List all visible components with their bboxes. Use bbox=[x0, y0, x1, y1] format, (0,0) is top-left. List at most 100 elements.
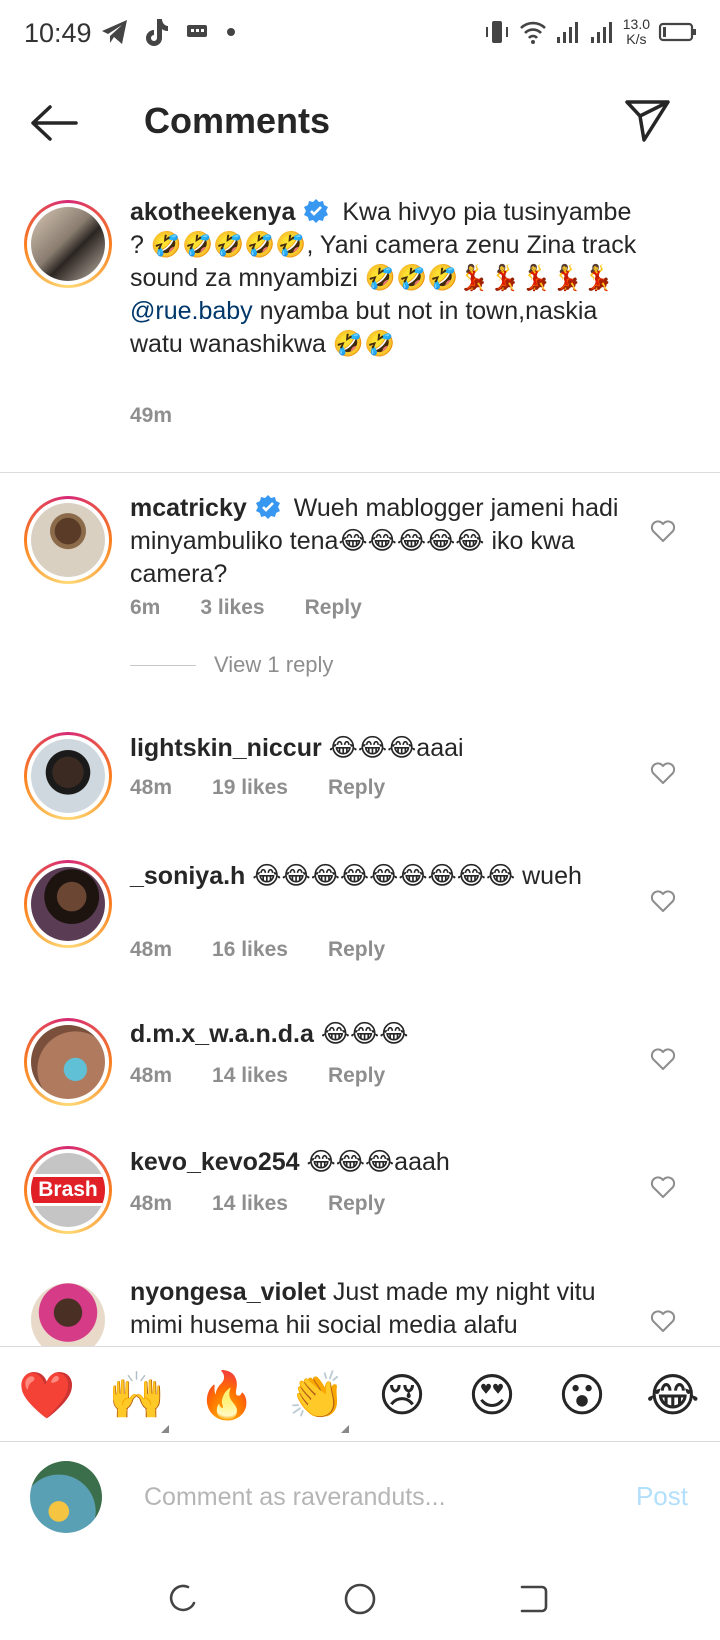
avatar-logo: Brash bbox=[31, 1173, 105, 1207]
comment-username[interactable]: lightskin_niccur bbox=[130, 734, 322, 762]
comment-username[interactable]: mcatricky bbox=[130, 494, 247, 522]
comment-item: nyongesa_violet Just made my night vitu … bbox=[0, 1276, 720, 1346]
status-bar: 10:49 13.0 K/s bbox=[0, 0, 720, 70]
signal-icon bbox=[590, 22, 612, 43]
like-heart-icon[interactable] bbox=[650, 760, 676, 786]
comment-composer: Post bbox=[0, 1443, 720, 1553]
status-time: 10:49 bbox=[24, 18, 92, 48]
comment-meta: 6m 3 likes Reply bbox=[130, 596, 362, 620]
comment-meta: 48m 14 likes Reply bbox=[130, 1192, 385, 1216]
back-icon[interactable] bbox=[514, 1579, 554, 1619]
comment-time: 48m bbox=[130, 1192, 173, 1215]
message-icon bbox=[187, 25, 207, 37]
header: Comments bbox=[0, 70, 720, 180]
like-heart-icon[interactable] bbox=[650, 1046, 676, 1072]
like-heart-icon[interactable] bbox=[650, 1308, 676, 1334]
comment-body-text: 😂😂😂 bbox=[320, 1020, 409, 1048]
user-avatar bbox=[30, 1461, 102, 1533]
comment-time: 48m bbox=[130, 776, 173, 799]
comment-meta: 48m 19 likes Reply bbox=[130, 776, 385, 800]
post-button[interactable]: Post bbox=[636, 1481, 688, 1512]
comment-text: nyongesa_violet Just made my night vitu … bbox=[130, 1276, 640, 1342]
mention-link[interactable]: @rue.baby bbox=[130, 297, 253, 325]
skin-tone-indicator bbox=[161, 1425, 169, 1433]
comment-text: lightskin_niccur 😂😂😂aaai bbox=[130, 732, 640, 765]
comment-item: d.m.x_w.a.n.d.a 😂😂😂 48m 14 likes Reply bbox=[0, 1018, 720, 1128]
comment-text: akotheekenya Kwa hivyo pia tusinyambe ? … bbox=[130, 196, 640, 361]
caption-comment: akotheekenya Kwa hivyo pia tusinyambe ? … bbox=[0, 180, 720, 452]
reply-button[interactable]: Reply bbox=[328, 1064, 385, 1088]
comment-text: _soniya.h 😂😂😂😂😂😂😂😂😂 wueh bbox=[130, 860, 640, 893]
raised-hands-emoji-icon[interactable]: 🙌 bbox=[108, 1369, 165, 1421]
back-arrow-icon[interactable] bbox=[28, 102, 80, 144]
network-speed-unit: K/s bbox=[626, 31, 647, 47]
surprised-face-emoji-icon[interactable]: 😮 bbox=[558, 1369, 606, 1421]
comment-time: 49m bbox=[130, 404, 173, 427]
heart-emoji-icon[interactable]: ❤️ bbox=[18, 1369, 75, 1421]
skin-tone-indicator bbox=[341, 1425, 349, 1433]
reply-button[interactable]: Reply bbox=[328, 1192, 385, 1216]
avatar[interactable] bbox=[24, 1276, 112, 1346]
comments-list: akotheekenya Kwa hivyo pia tusinyambe ? … bbox=[0, 180, 720, 1346]
avatar[interactable] bbox=[24, 732, 112, 820]
quick-reactions-bar: ❤️ 🙌 🔥 👏 😢 😍 😮 😂 bbox=[0, 1346, 720, 1442]
view-replies-button[interactable]: View 1 reply bbox=[130, 652, 333, 678]
comment-username[interactable]: kevo_kevo254 bbox=[130, 1148, 300, 1176]
comment-username[interactable]: nyongesa_violet bbox=[130, 1278, 326, 1306]
recents-icon[interactable] bbox=[164, 1579, 204, 1619]
comment-body-text: 😂😂😂😂😂😂😂😂😂 wueh bbox=[252, 862, 582, 890]
comment-time: 6m bbox=[130, 596, 161, 619]
comment-time: 48m bbox=[130, 1064, 173, 1087]
comment-username[interactable]: _soniya.h bbox=[130, 862, 245, 890]
likes-count[interactable]: 19 likes bbox=[212, 776, 288, 800]
likes-count[interactable]: 14 likes bbox=[212, 1064, 288, 1088]
avatar[interactable] bbox=[24, 200, 112, 288]
tears-of-joy-emoji-icon[interactable]: 😂 bbox=[646, 1369, 700, 1421]
comment-input[interactable] bbox=[144, 1477, 574, 1517]
view-replies-label: View 1 reply bbox=[214, 652, 334, 677]
reply-line bbox=[130, 664, 196, 666]
like-heart-icon[interactable] bbox=[650, 518, 676, 544]
like-heart-icon[interactable] bbox=[650, 1174, 676, 1200]
avatar[interactable]: Brash bbox=[24, 1146, 112, 1234]
home-icon[interactable] bbox=[340, 1579, 380, 1619]
avatar[interactable] bbox=[24, 1018, 112, 1106]
network-speed: 13.0 K/s bbox=[623, 17, 650, 47]
avatar-logo-text: Brash bbox=[38, 1177, 98, 1201]
reply-button[interactable]: Reply bbox=[328, 938, 385, 962]
comment-username[interactable]: d.m.x_w.a.n.d.a bbox=[130, 1020, 314, 1048]
comment-text: mcatricky Wueh mablogger jameni hadi min… bbox=[130, 492, 640, 591]
comment-text: d.m.x_w.a.n.d.a 😂😂😂 bbox=[130, 1018, 640, 1051]
paper-plane-icon[interactable] bbox=[622, 94, 672, 144]
system-nav-bar bbox=[0, 1553, 720, 1640]
fire-emoji-icon[interactable]: 🔥 bbox=[198, 1369, 255, 1421]
comment-username[interactable]: akotheekenya bbox=[130, 198, 295, 226]
comment-meta: 48m 14 likes Reply bbox=[130, 1064, 385, 1088]
comment-body-text: 😂😂😂aaai bbox=[328, 734, 464, 762]
battery-icon bbox=[658, 22, 696, 42]
dot-icon bbox=[227, 28, 235, 36]
comment-item: Brash kevo_kevo254 😂😂😂aaah 48m 14 likes … bbox=[0, 1146, 720, 1256]
likes-count[interactable]: 3 likes bbox=[200, 596, 264, 620]
clapping-hands-emoji-icon[interactable]: 👏 bbox=[288, 1369, 345, 1421]
likes-count[interactable]: 16 likes bbox=[212, 938, 288, 962]
comment-item: lightskin_niccur 😂😂😂aaai 48m 19 likes Re… bbox=[0, 732, 720, 842]
vibrate-icon bbox=[485, 21, 508, 43]
network-speed-value: 13.0 bbox=[622, 16, 650, 32]
comment-body-text: 😂😂😂aaah bbox=[306, 1148, 450, 1176]
reply-button[interactable]: Reply bbox=[305, 596, 362, 620]
comment-meta: 48m 16 likes Reply bbox=[130, 938, 385, 962]
heart-eyes-emoji-icon[interactable]: 😍 bbox=[468, 1369, 516, 1421]
avatar[interactable] bbox=[24, 496, 112, 584]
like-heart-icon[interactable] bbox=[650, 888, 676, 914]
comment-time: 48m bbox=[130, 938, 173, 961]
avatar[interactable] bbox=[24, 860, 112, 948]
tiktok-icon bbox=[146, 19, 168, 46]
verified-badge-icon bbox=[304, 199, 329, 223]
telegram-icon bbox=[102, 20, 127, 44]
crying-face-emoji-icon[interactable]: 😢 bbox=[378, 1369, 426, 1421]
likes-count[interactable]: 14 likes bbox=[212, 1192, 288, 1216]
wifi-icon bbox=[519, 21, 546, 44]
reply-button[interactable]: Reply bbox=[328, 776, 385, 800]
comment-text: kevo_kevo254 😂😂😂aaah bbox=[130, 1146, 640, 1179]
